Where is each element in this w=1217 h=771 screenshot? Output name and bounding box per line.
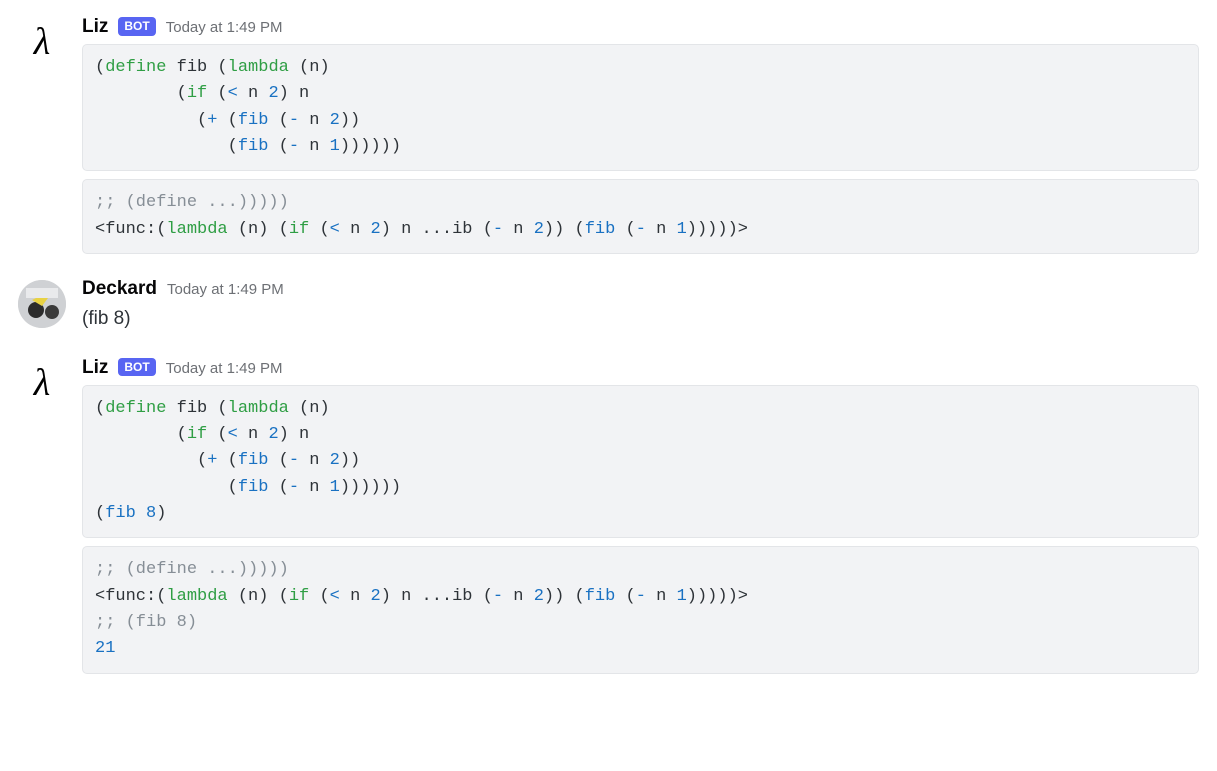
code-token: ;; (define ...))))) xyxy=(95,193,289,212)
code-token: 2 xyxy=(330,451,340,470)
message-header: Liz BOT Today at 1:49 PM xyxy=(82,357,1199,379)
message-text: (fib 8) xyxy=(82,306,1199,333)
code-token: define xyxy=(105,399,166,418)
code-block: ;; (define ...))))) <func:(lambda (n) (i… xyxy=(82,546,1199,673)
chat-message: Deckard Today at 1:49 PM (fib 8) xyxy=(18,270,1199,349)
code-token: fib xyxy=(238,451,269,470)
code-block: (define fib (lambda (n) (if (< n 2) n (+… xyxy=(82,385,1199,539)
code-token: 2 xyxy=(370,587,380,606)
code-token: fib xyxy=(585,587,616,606)
code-token: ;; (define ...))))) xyxy=(95,560,289,579)
author-name[interactable]: Deckard xyxy=(82,278,157,300)
code-token: 2 xyxy=(330,111,340,130)
code-token: ;; (fib 8) xyxy=(95,613,197,632)
code-token: fib xyxy=(585,220,616,239)
code-token: 8 xyxy=(146,504,156,523)
message-timestamp: Today at 1:49 PM xyxy=(166,360,283,377)
code-token: 1 xyxy=(330,478,340,497)
message-body: Liz BOT Today at 1:49 PM (define fib (lambd… xyxy=(82,16,1199,254)
bot-avatar[interactable]: λ xyxy=(18,359,66,407)
author-name[interactable]: Liz xyxy=(82,16,108,38)
code-token: - xyxy=(636,220,646,239)
code-token: - xyxy=(289,111,299,130)
code-token: - xyxy=(493,587,503,606)
author-name[interactable]: Liz xyxy=(82,357,108,379)
code-token: < xyxy=(228,84,238,103)
message-timestamp: Today at 1:49 PM xyxy=(167,281,284,298)
code-token: - xyxy=(493,220,503,239)
code-token: 2 xyxy=(534,587,544,606)
bot-badge: BOT xyxy=(118,17,155,36)
code-token: + xyxy=(207,451,217,470)
code-token: 1 xyxy=(330,137,340,156)
user-avatar[interactable] xyxy=(18,280,66,328)
code-token: 2 xyxy=(268,84,278,103)
code-token: + xyxy=(207,111,217,130)
code-token: if xyxy=(289,220,309,239)
code-token: - xyxy=(289,451,299,470)
code-token: fib xyxy=(238,111,269,130)
message-timestamp: Today at 1:49 PM xyxy=(166,19,283,36)
chat-message: λ Liz BOT Today at 1:49 PM (define fib (lamb… xyxy=(18,8,1199,270)
code-block: (define fib (lambda (n) (if (< n 2) n (+… xyxy=(82,44,1199,171)
code-token: - xyxy=(289,137,299,156)
code-token: < xyxy=(330,220,340,239)
code-token: define xyxy=(105,58,166,77)
code-token: if xyxy=(187,84,207,103)
code-token: lambda xyxy=(166,587,227,606)
code-token: lambda xyxy=(228,399,289,418)
code-token: < xyxy=(330,587,340,606)
code-token: lambda xyxy=(166,220,227,239)
code-token: 1 xyxy=(677,220,687,239)
code-block: ;; (define ...))))) <func:(lambda (n) (i… xyxy=(82,179,1199,254)
message-body: Liz BOT Today at 1:49 PM (define fib (lambd… xyxy=(82,357,1199,674)
code-token: 21 xyxy=(95,639,115,658)
bot-badge: BOT xyxy=(118,358,155,377)
code-token: - xyxy=(289,478,299,497)
message-header: Liz BOT Today at 1:49 PM xyxy=(82,16,1199,38)
code-token: if xyxy=(289,587,309,606)
code-token: 1 xyxy=(677,587,687,606)
code-token: 2 xyxy=(370,220,380,239)
message-header: Deckard Today at 1:49 PM xyxy=(82,278,1199,300)
code-token: fib xyxy=(238,137,269,156)
message-body: Deckard Today at 1:49 PM (fib 8) xyxy=(82,278,1199,333)
code-token: 2 xyxy=(534,220,544,239)
code-token: < xyxy=(228,425,238,444)
code-token: fib xyxy=(238,478,269,497)
chat-message: λ Liz BOT Today at 1:49 PM (define fib (lamb… xyxy=(18,349,1199,690)
code-token: - xyxy=(636,587,646,606)
code-token: if xyxy=(187,425,207,444)
code-token: 2 xyxy=(268,425,278,444)
bot-avatar[interactable]: λ xyxy=(18,18,66,66)
code-token: lambda xyxy=(228,58,289,77)
code-token: fib xyxy=(105,504,136,523)
